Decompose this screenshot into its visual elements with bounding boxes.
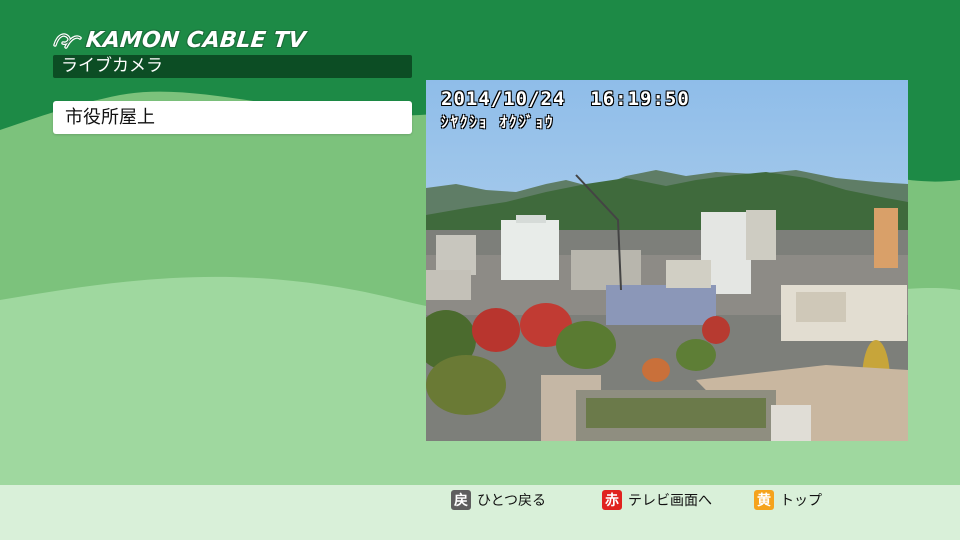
back-button-label: ひとつ戻る — [477, 493, 547, 509]
kamon-logo-icon — [53, 33, 82, 49]
top-button-label: トップ — [780, 493, 822, 509]
top-button[interactable]: 黄 トップ — [754, 489, 822, 511]
camera-timestamp: 2014/10/24 16:19:50 — [441, 88, 690, 110]
logo-text: KAMON CABLE TV — [84, 27, 307, 53]
page-title: ライブカメラ — [53, 55, 412, 78]
camera-location-caption: ｼﾔｸｼｮ ｵｸｼﾞｮｳ — [441, 113, 555, 131]
camera-list-item-city-hall-roof[interactable]: 市役所屋上 — [53, 101, 412, 134]
red-key-icon: 赤 — [602, 490, 622, 510]
back-key-icon: 戻 — [451, 490, 471, 510]
yellow-key-icon: 黄 — [754, 490, 774, 510]
tv-screen-button-label: テレビ画面へ — [628, 493, 712, 509]
kamon-cable-tv-logo: KAMON CABLE TV — [52, 26, 307, 54]
camera-image — [426, 80, 908, 441]
tv-screen-button[interactable]: 赤 テレビ画面へ — [602, 489, 712, 511]
back-button[interactable]: 戻 ひとつ戻る — [451, 489, 546, 511]
live-camera-view: 2014/10/24 16:19:50 ｼﾔｸｼｮ ｵｸｼﾞｮｳ — [426, 80, 908, 441]
